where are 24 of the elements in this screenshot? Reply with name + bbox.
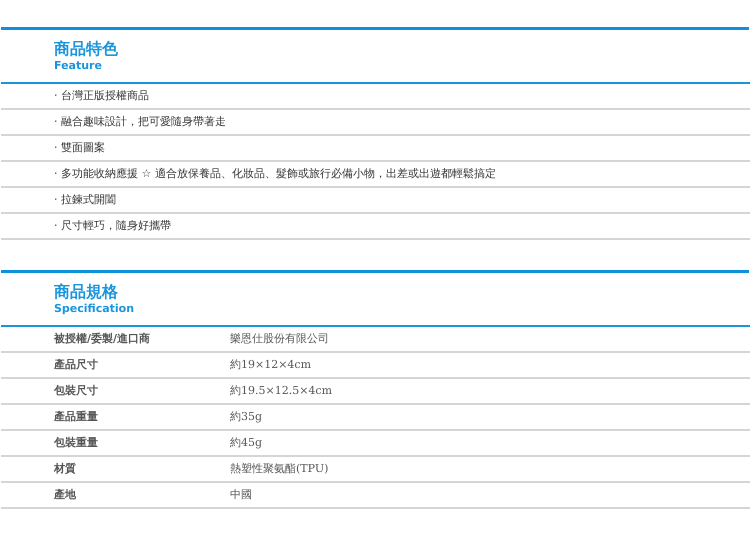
- spec-value: 樂恩仕股份有限公司: [230, 330, 329, 347]
- section-subtitle: Feature: [54, 59, 102, 73]
- section-title: 商品特色: [54, 39, 118, 59]
- feature-item: · 融合趣味設計，把可愛隨身帶著走: [54, 114, 226, 130]
- spec-label: 產品尺寸: [54, 356, 99, 373]
- feature-item: · 台灣正版授權商品: [54, 88, 149, 104]
- spec-label: 產地: [54, 486, 77, 503]
- feature-item: · 多功能收納應援 ☆ 適合放保養品、化妝品、髮飾或旅行必備小物，出差或出遊都輕鬆搞定: [54, 166, 496, 182]
- section-title: 商品規格: [54, 282, 118, 302]
- spec-value: 約35g: [230, 408, 262, 425]
- spec-value: 約19×12×4cm: [230, 356, 312, 373]
- spec-label: 材質: [54, 460, 77, 477]
- section-subtitle: Specification: [54, 302, 134, 316]
- spec-label: 產品重量: [54, 408, 99, 425]
- spec-value: 中國: [230, 486, 252, 503]
- spec-value: 約45g: [230, 434, 262, 451]
- spec-label: 被授權/委製/進口商: [54, 330, 152, 347]
- feature-item: · 尺寸輕巧，隨身好攜帶: [54, 218, 171, 234]
- spec-label: 包裝重量: [54, 434, 99, 451]
- spec-value: 約19.5×12.5×4cm: [230, 382, 332, 399]
- feature-item: · 拉鍊式開闔: [54, 192, 116, 208]
- spec-label: 包裝尺寸: [54, 382, 99, 399]
- feature-item: · 雙面圖案: [54, 140, 105, 156]
- spec-value: 熱塑性聚氨酯(TPU): [230, 460, 328, 477]
